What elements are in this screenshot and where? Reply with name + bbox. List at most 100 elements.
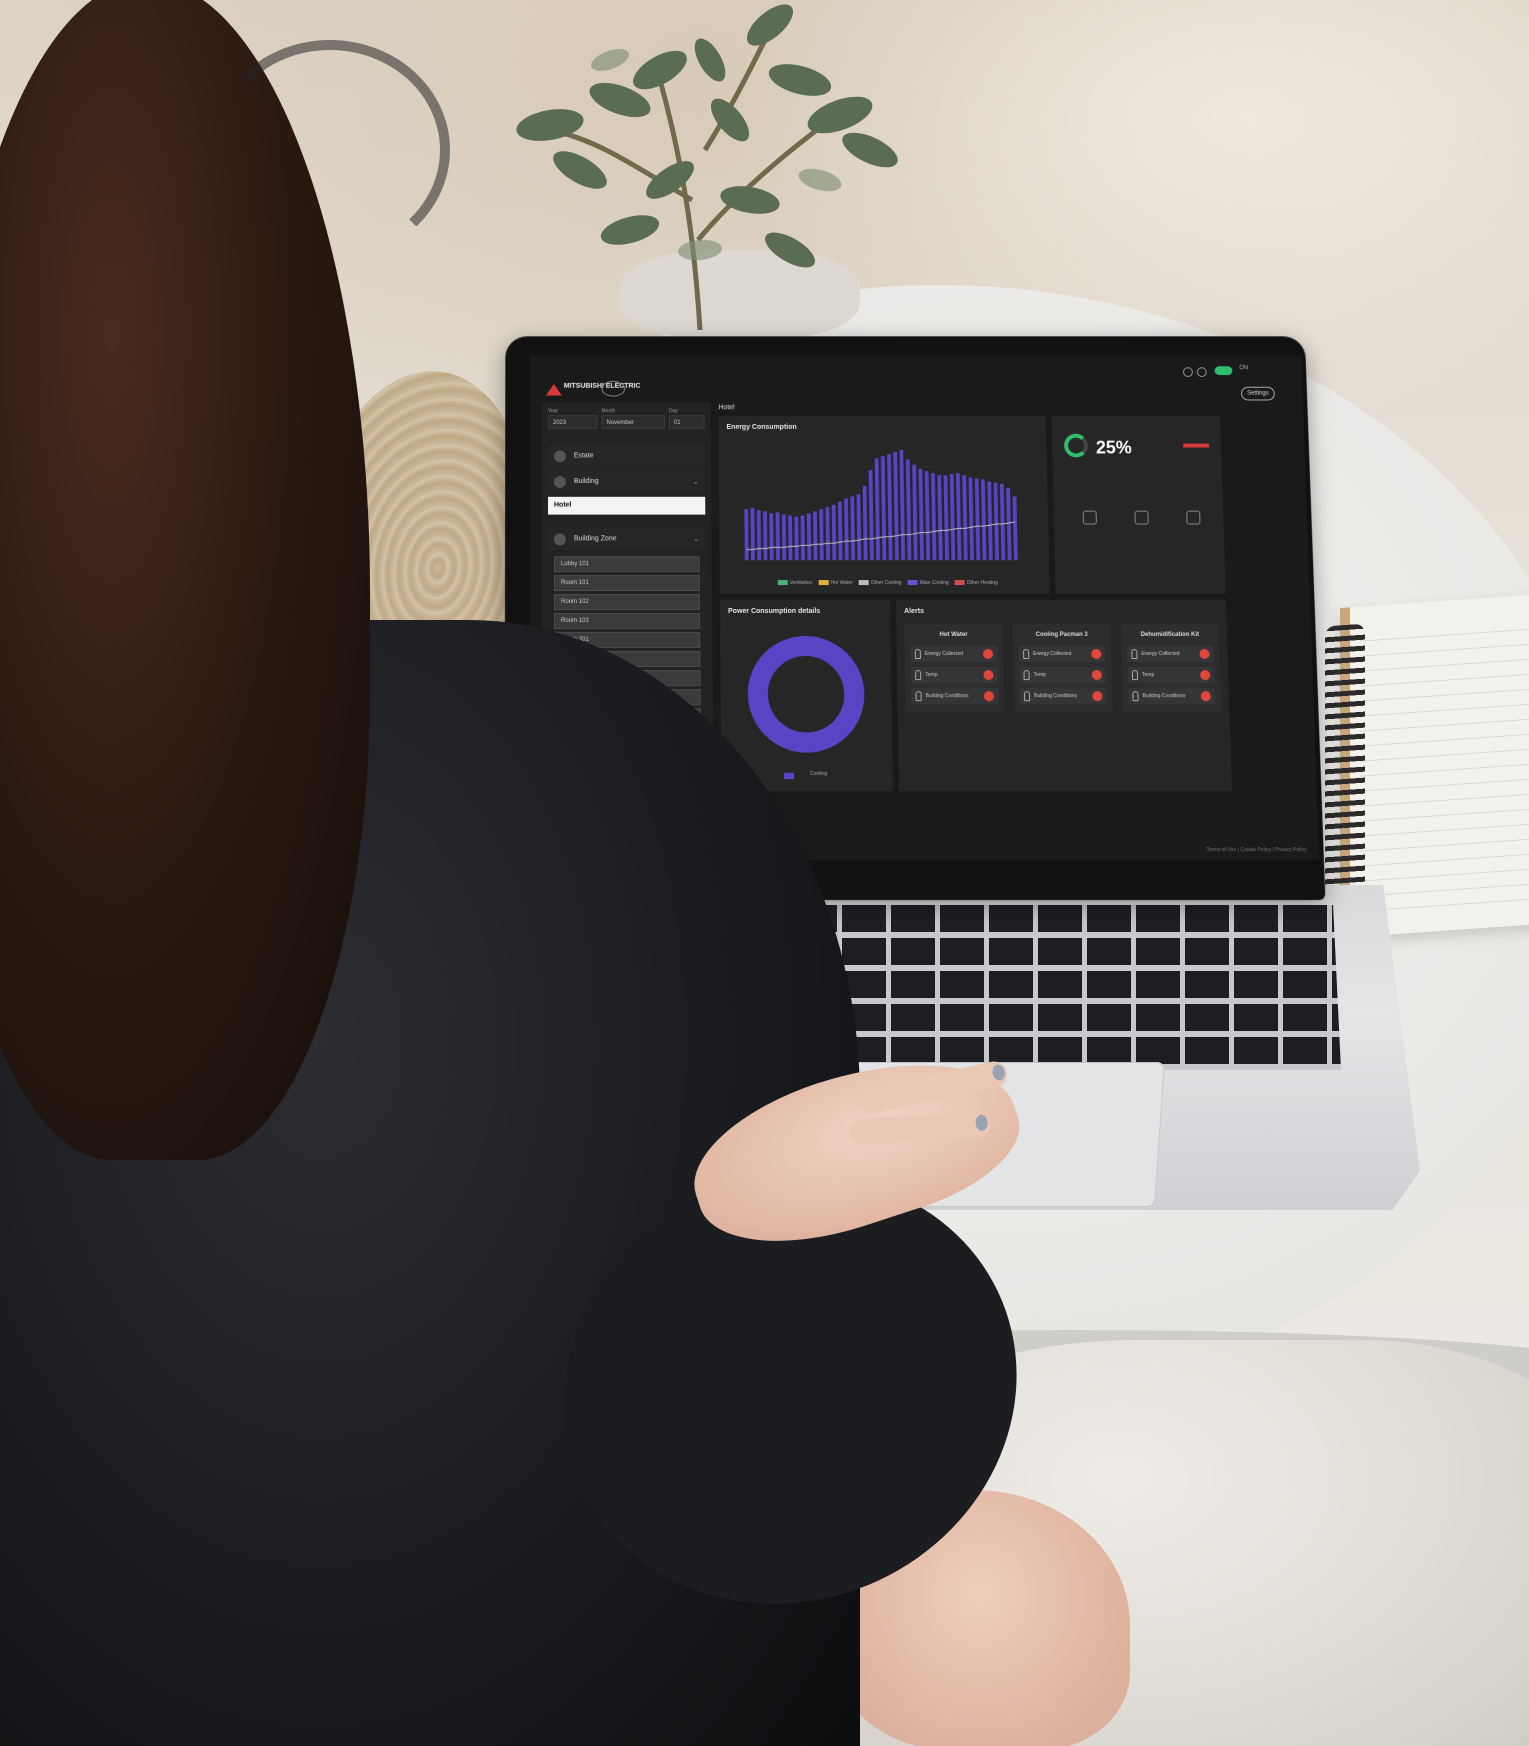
- alert-status-icon: [983, 670, 994, 681]
- alert-item-label: Temp: [1141, 672, 1155, 679]
- alert-item[interactable]: Temp: [911, 667, 998, 684]
- bar-main-cooling: [868, 469, 874, 561]
- bar-main-cooling: [844, 498, 849, 561]
- bar-main-cooling: [831, 504, 837, 561]
- bar-main-cooling: [962, 475, 968, 561]
- fingernail: [991, 1063, 1007, 1082]
- alert-column: Dehumidification Kit Energy Collected Temp…: [1120, 623, 1222, 713]
- sidebar-item-label: Estate: [573, 452, 594, 460]
- sidebar-item-hotel[interactable]: Hotel: [547, 496, 706, 515]
- bar-main-cooling: [837, 501, 843, 561]
- bar-main-cooling: [744, 509, 749, 561]
- alerts-card: Alerts Hot Water Energy Collected Temp Buil…: [895, 600, 1232, 792]
- bar-main-cooling: [763, 511, 768, 561]
- alert-item[interactable]: Building Conditions: [1019, 688, 1107, 705]
- alert-item-label: Building Conditions: [925, 693, 969, 700]
- sidebar-item-estate[interactable]: Estate: [547, 445, 705, 468]
- alert-item[interactable]: Temp: [1127, 667, 1215, 684]
- sidebar-item-building-zone[interactable]: Building Zone ⌄: [547, 528, 706, 551]
- bar-main-cooling: [924, 471, 931, 561]
- zone-item[interactable]: Room 103: [554, 612, 701, 629]
- sidebar-item-building[interactable]: Building ⌄: [547, 471, 706, 493]
- legend-label: Ventilation: [789, 580, 813, 587]
- day-select[interactable]: 01: [668, 415, 705, 429]
- notebook-lines: [1360, 612, 1529, 917]
- toggle-label: ON: [1239, 365, 1249, 372]
- sidebar-item-label: Building: [573, 478, 599, 485]
- legend-label: Main Cooling: [919, 580, 949, 587]
- bar-main-cooling: [893, 452, 899, 561]
- building-icon: [553, 476, 566, 488]
- bar-main-cooling: [756, 510, 762, 561]
- bar-main-cooling: [769, 513, 774, 561]
- month-label: Month: [601, 408, 616, 415]
- bar-main-cooling: [856, 494, 862, 561]
- alert-item[interactable]: Building Conditions: [911, 688, 999, 705]
- bar-main-cooling: [880, 456, 887, 561]
- bar-main-cooling: [905, 459, 912, 561]
- bar-main-cooling: [943, 475, 949, 561]
- alert-item-label: Building Conditions: [1142, 693, 1186, 700]
- alert-item-label: Temp: [925, 672, 938, 679]
- bar-main-cooling: [937, 475, 943, 561]
- bar-main-cooling: [862, 485, 868, 561]
- settings-button[interactable]: Settings: [1240, 386, 1275, 401]
- legend-label: Hot Water: [830, 580, 853, 587]
- alert-item-label: Energy Collected: [1033, 650, 1072, 658]
- search-icon[interactable]: [1182, 367, 1194, 378]
- bar-main-cooling: [794, 516, 799, 561]
- alert-item[interactable]: Energy Collected: [1018, 645, 1106, 663]
- alert-item[interactable]: Building Conditions: [1128, 688, 1216, 705]
- person-glasses: [210, 40, 450, 260]
- zone-item[interactable]: Room 101: [553, 575, 700, 592]
- power-donut-chart: [720, 622, 893, 783]
- alert-column-title: Cooling Pacman 3: [1035, 631, 1088, 638]
- alert-item[interactable]: Energy Collected: [1127, 645, 1214, 663]
- legend-label: Other Cooling: [870, 580, 902, 587]
- notification-icon[interactable]: [1196, 367, 1207, 378]
- energy-consumption-card: Energy Consumption Ventilation Hot Water O…: [718, 416, 1050, 595]
- bar-main-cooling: [887, 454, 893, 561]
- zone-item[interactable]: Lobby 101: [553, 556, 700, 573]
- fingernail: [975, 1114, 989, 1132]
- sidebar-item-label: Building Zone: [573, 535, 617, 543]
- legend-swatch: [818, 580, 829, 586]
- lightbulb-icon: [1131, 648, 1138, 660]
- bar-main-cooling: [781, 514, 787, 561]
- month-select[interactable]: November: [601, 415, 666, 429]
- energy-bar-chart: [719, 434, 1050, 582]
- bar-main-cooling: [750, 508, 755, 561]
- alert-item[interactable]: Temp: [1019, 667, 1107, 684]
- bar-main-cooling: [800, 515, 805, 561]
- mode-toggle[interactable]: [1214, 366, 1233, 376]
- legend-swatch: [954, 580, 965, 586]
- notebook-spiral: [1325, 623, 1365, 927]
- chart-legend: Ventilation Hot Water Other Cooling Main Co…: [720, 580, 1050, 586]
- estate-icon: [553, 450, 566, 463]
- alert-status-icon: [1091, 648, 1102, 660]
- alert-column: Hot Water Energy Collected Temp Building Co…: [904, 623, 1005, 713]
- alert-item-label: Temp: [1033, 672, 1046, 679]
- donut-title: Power Consumption details: [728, 607, 821, 615]
- date-filters: Year 2023 Month November Day 01: [548, 408, 705, 433]
- bar-main-cooling: [974, 478, 981, 561]
- bar-main-cooling: [949, 474, 956, 561]
- bar-main-cooling: [981, 479, 987, 561]
- bar-main-cooling: [918, 468, 924, 561]
- legend-label: Other Heating: [966, 580, 998, 587]
- zone-item[interactable]: Room 102: [553, 594, 701, 610]
- alert-item[interactable]: Energy Collected: [910, 645, 998, 663]
- app-topbar: MITSUBISHI ELECTRIC ON Settings: [530, 356, 1302, 401]
- breadcrumb[interactable]: Hotel: [718, 404, 734, 411]
- alert-status-icon: [982, 648, 994, 660]
- legend-swatch: [777, 580, 788, 586]
- alert-item-label: Building Conditions: [1034, 693, 1078, 700]
- year-select[interactable]: 2023: [547, 415, 598, 429]
- legend-swatch: [907, 580, 918, 586]
- lightbulb-icon: [1023, 670, 1030, 681]
- alert-column-title: Hot Water: [939, 631, 968, 638]
- zone-icon: [553, 533, 566, 546]
- alert-status-icon: [1091, 670, 1102, 681]
- footer-links[interactable]: Terms of Use | Cookie Policy | Privacy P…: [1206, 847, 1306, 853]
- bar-main-cooling: [999, 483, 1006, 561]
